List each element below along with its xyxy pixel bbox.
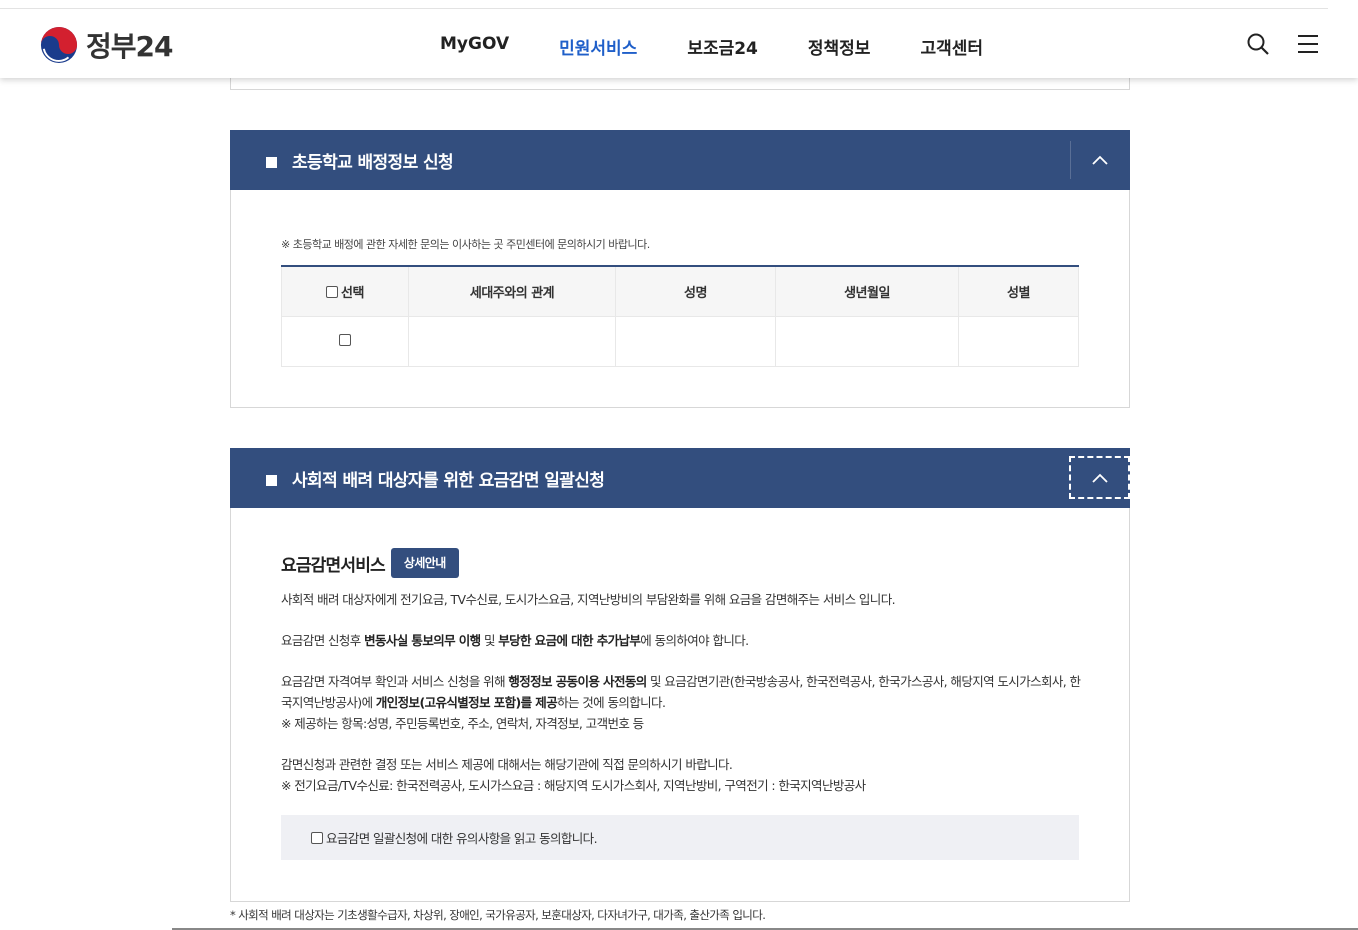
agreement-box: 요금감면 일괄신청에 대한 유의사항을 읽고 동의합니다. <box>281 815 1079 860</box>
table-header-row: 선택 세대주와의 관계 성명 생년월일 성별 <box>281 266 1079 317</box>
logo[interactable]: 정부24 <box>40 25 173 65</box>
section-body: 요금감면서비스 상세안내 사회적 배려 대상자에게 전기요금, TV수신료, 도… <box>230 508 1130 902</box>
section-title: 사회적 배려 대상자를 위한 요금감면 일괄신청 <box>292 471 605 491</box>
target-footnote: * 사회적 배려 대상자는 기초생활수급자, 차상위, 장애인, 국가유공자, … <box>230 908 766 922</box>
section-school-assignment: 초등학교 배정정보 신청 ※ 초등학교 배정에 관한 자세한 문의는 이사하는 … <box>230 130 1130 408</box>
collapse-button[interactable] <box>1069 456 1130 499</box>
service-title: 요금감면서비스 <box>281 555 386 576</box>
header-birthdate: 생년월일 <box>775 266 959 317</box>
agree-label[interactable]: 요금감면 일괄신청에 대한 유의사항을 읽고 동의합니다. <box>326 828 598 847</box>
agency-note: ※ 전기요금/TV수신료: 한국전력공사, 도시가스요금 : 해당지역 도시가스… <box>281 778 866 793</box>
square-bullet-icon <box>266 157 277 168</box>
nav-mygov[interactable]: MyGOV <box>440 34 509 59</box>
household-table: 선택 세대주와의 관계 성명 생년월일 성별 <box>281 265 1079 367</box>
nav-subsidy24[interactable]: 보조금24 <box>687 34 758 59</box>
header-actions <box>1246 32 1320 56</box>
nav-civil-service[interactable]: 민원서비스 <box>559 34 637 59</box>
service-title-row: 요금감면서비스 상세안내 <box>281 548 459 578</box>
relation-cell <box>408 316 616 367</box>
provided-items-note: ※ 제공하는 항목:성명, 주민등록번호, 주소, 연락처, 자격정보, 고객번… <box>281 716 644 731</box>
select-all-header[interactable]: 선택 <box>281 266 409 317</box>
section-body: ※ 초등학교 배정에 관한 자세한 문의는 이사하는 곳 주민센터에 문의하시기… <box>230 190 1130 408</box>
birthdate-cell <box>775 316 959 367</box>
header-gender: 성별 <box>958 266 1079 317</box>
name-cell <box>615 316 776 367</box>
section-fee-reduction: 사회적 배려 대상자를 위한 요금감면 일괄신청 요금감면서비스 상세안내 사회… <box>230 448 1130 902</box>
search-icon[interactable] <box>1246 32 1270 56</box>
detail-guide-button[interactable]: 상세안내 <box>390 548 459 578</box>
square-bullet-icon <box>266 475 277 486</box>
row-select-cell <box>281 316 409 367</box>
header-relation: 세대주와의 관계 <box>408 266 616 317</box>
service-description: 사회적 배려 대상자에게 전기요금, TV수신료, 도시가스요금, 지역난방비의… <box>281 592 896 607</box>
nav-policy-info[interactable]: 정책정보 <box>808 34 871 59</box>
agree-checkbox[interactable] <box>311 831 323 844</box>
chevron-up-icon <box>1091 155 1108 165</box>
menu-icon[interactable] <box>1296 32 1320 56</box>
table-row <box>281 316 1079 367</box>
main-nav: MyGOV 민원서비스 보조금24 정책정보 고객센터 <box>440 34 1033 59</box>
consent-notice: 요금감면 자격여부 확인과 서비스 신청을 위해 행정정보 공동이용 사전동의 … <box>281 674 1081 731</box>
header-name: 성명 <box>615 266 776 317</box>
logo-text: 정부24 <box>86 30 173 63</box>
taegeuk-logo-icon <box>40 26 78 64</box>
chevron-up-icon <box>1091 473 1108 483</box>
inquiry-note: ※ 초등학교 배정에 관한 자세한 문의는 이사하는 곳 주민센터에 문의하시기… <box>281 238 650 251</box>
row-checkbox[interactable] <box>339 333 351 346</box>
section-title: 초등학교 배정정보 신청 <box>292 153 454 173</box>
site-header: 정부24 MyGOV 민원서비스 보조금24 정책정보 고객센터 <box>0 0 1358 78</box>
section-header: 초등학교 배정정보 신청 <box>230 130 1130 190</box>
inquiry-notice: 감면신청과 관련한 결정 또는 서비스 제공에 대해서는 해당기관에 직접 문의… <box>281 757 866 793</box>
header-select: 선택 <box>341 285 364 301</box>
gender-cell <box>958 316 1079 367</box>
section-header: 사회적 배려 대상자를 위한 요금감면 일괄신청 <box>230 448 1130 508</box>
obligation-notice: 요금감면 신청후 변동사실 통보의무 이행 및 부당한 요금에 대한 추가납부에… <box>281 633 749 648</box>
nav-customer-center[interactable]: 고객센터 <box>920 34 983 59</box>
select-all-checkbox[interactable] <box>326 285 339 298</box>
collapse-button[interactable] <box>1069 138 1130 181</box>
